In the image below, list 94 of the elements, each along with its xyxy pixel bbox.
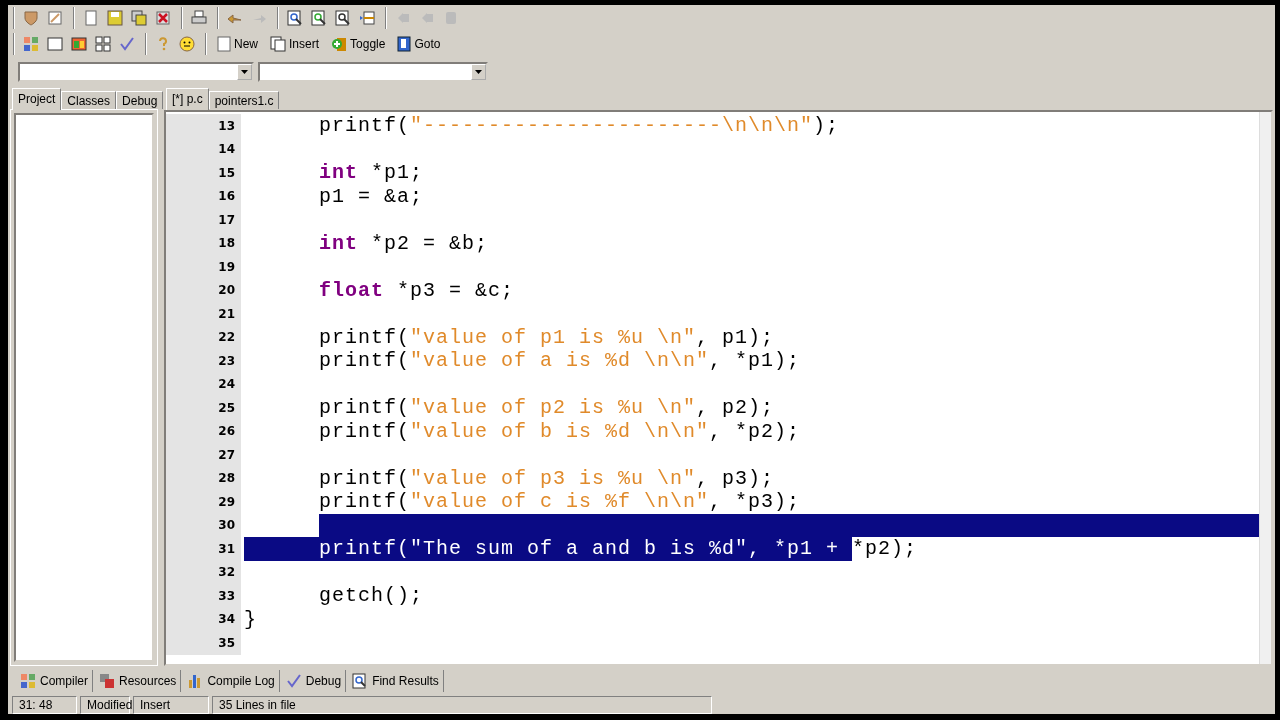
line-number: 31: [166, 537, 241, 561]
window-icon: [270, 36, 286, 52]
code-text: printf(: [318, 349, 410, 373]
code-text: , *p1 +: [748, 537, 853, 561]
line-number: 35: [166, 631, 241, 655]
code-string: "The sum of a and b is %d": [410, 537, 749, 561]
code-text: *p1;: [370, 161, 424, 185]
code-text: printf(: [318, 396, 410, 420]
code-string: "value of p3 is %u \n": [410, 466, 697, 490]
code-text: , *p3);: [709, 490, 801, 514]
close-icon[interactable]: [153, 8, 173, 28]
code-text: , p3);: [696, 466, 775, 490]
insert-mode: Insert: [133, 696, 209, 714]
cursor-position: 31: 48: [12, 696, 77, 714]
code-text: , p2);: [696, 396, 775, 420]
code-text: , *p2);: [709, 419, 801, 443]
line-number: 28: [166, 466, 241, 490]
line-number: 20: [166, 278, 241, 302]
search-icon: [352, 673, 369, 689]
save-all-icon[interactable]: [129, 8, 149, 28]
code-text: printf(: [318, 325, 410, 349]
line-number: 19: [166, 255, 241, 279]
modified-status: Modified: [80, 696, 130, 714]
file-tab[interactable]: [*] p.c: [166, 88, 209, 110]
line-number: 18: [166, 231, 241, 255]
line-number: 32: [166, 560, 241, 584]
line-number: 14: [166, 137, 241, 161]
line-number: 34: [166, 607, 241, 631]
code-text: printf(: [318, 419, 410, 443]
line-number: 24: [166, 372, 241, 396]
code-keyword: float: [318, 278, 384, 302]
code-text: printf(: [318, 466, 410, 490]
panel-tab[interactable]: Classes: [61, 91, 117, 109]
code-string: "value of c is %f \n\n": [410, 490, 710, 514]
code-text: , p1);: [696, 325, 775, 349]
scrollbar[interactable]: [1259, 112, 1271, 664]
table-icon[interactable]: [69, 34, 89, 54]
toolbar-button[interactable]: New: [213, 34, 262, 54]
caret-icon: [475, 70, 482, 74]
code-text: , *p1);: [709, 349, 801, 373]
caret-icon: [241, 70, 248, 74]
code-text: *p2 = &b;: [370, 231, 489, 255]
code-keyword: int: [318, 231, 358, 255]
code-string: "value of p2 is %u \n": [410, 396, 697, 420]
page-icon[interactable]: [45, 8, 65, 28]
code-text: printf(: [318, 114, 410, 138]
line-number: 21: [166, 302, 241, 326]
code-text: printf(: [244, 537, 410, 561]
panel-tab[interactable]: Project: [12, 88, 62, 110]
grid-icon[interactable]: [21, 34, 41, 54]
code-text: *p3 = &c;: [396, 278, 515, 302]
grid-icon[interactable]: [93, 34, 113, 54]
line-count: 35 Lines in file: [212, 696, 712, 714]
line-number: 29: [166, 490, 241, 514]
code-text: p1 = &a;: [318, 184, 423, 208]
shield-icon[interactable]: [21, 8, 41, 28]
bookmark-icon: [397, 36, 412, 52]
code-string: "-----------------------\n\n\n": [410, 114, 814, 138]
dropdown-field[interactable]: [18, 62, 254, 82]
code-keyword: int: [318, 161, 358, 185]
line-number: 23: [166, 349, 241, 373]
blank-page-icon: [217, 36, 231, 52]
code-text: *p2);: [852, 537, 918, 561]
panel-tab[interactable]: Debug: [116, 91, 164, 109]
line-number: 16: [166, 184, 241, 208]
line-number: 15: [166, 161, 241, 185]
check-icon: [285, 673, 302, 689]
line-number: 26: [166, 419, 241, 443]
line-number: 27: [166, 443, 241, 467]
line-number: 25: [166, 396, 241, 420]
toolbar-button[interactable]: Goto: [393, 34, 445, 54]
code-string: "value of b is %d \n\n": [410, 419, 710, 443]
code-text: );: [813, 114, 840, 138]
line-number: 13: [166, 114, 241, 138]
code-text: getch();: [318, 584, 423, 608]
toolbar-button[interactable]: Insert: [266, 34, 324, 54]
plus-icon: [331, 36, 348, 52]
code-text: }: [244, 607, 257, 631]
line-number: 17: [166, 208, 241, 232]
code-string: "value of a is %d \n\n": [410, 349, 710, 373]
code-editor[interactable]: [164, 110, 1273, 666]
code-text: printf(: [318, 490, 410, 514]
toolbar-button[interactable]: Toggle: [327, 34, 390, 54]
file-tab[interactable]: pointers1.c: [208, 91, 280, 109]
line-number: 30: [166, 513, 241, 537]
code-string: "value of p1 is %u \n": [410, 325, 697, 349]
smiley-icon[interactable]: [177, 34, 197, 54]
line-number: 33: [166, 584, 241, 608]
line-number: 22: [166, 325, 241, 349]
window-icon[interactable]: [45, 34, 65, 54]
dropdown-field[interactable]: [258, 62, 488, 82]
grid-icon: [20, 673, 36, 689]
windows-icon: [99, 673, 115, 689]
save-icon[interactable]: [105, 8, 125, 28]
